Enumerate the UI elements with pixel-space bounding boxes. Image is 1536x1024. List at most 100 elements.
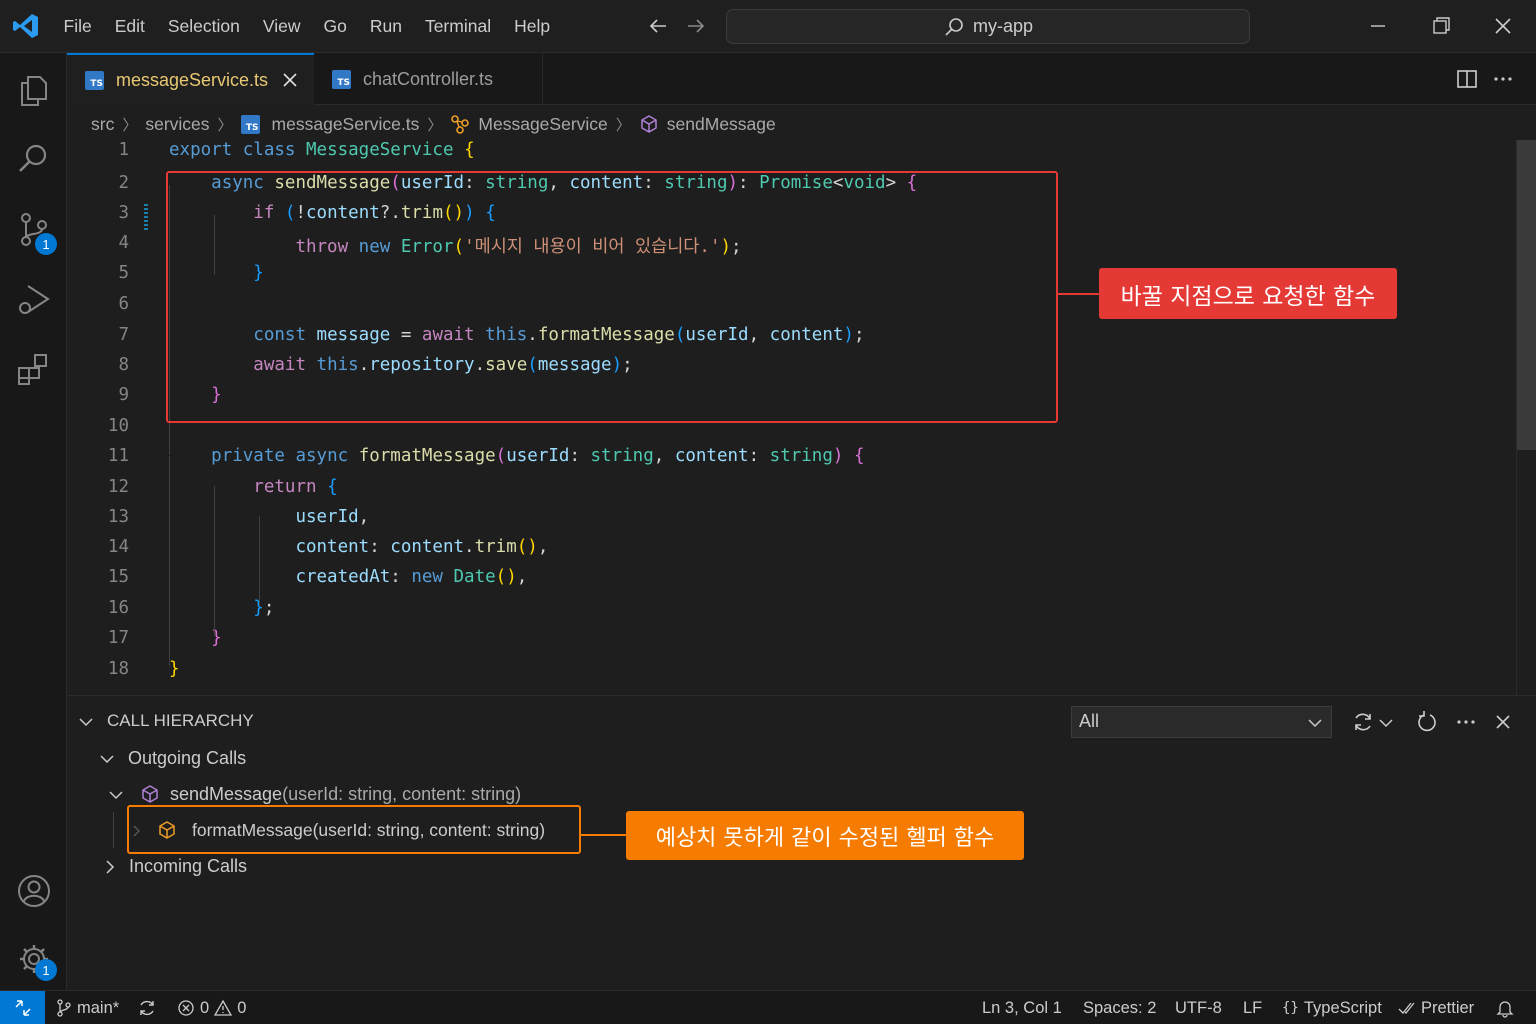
code-token: string — [769, 446, 833, 466]
code-line: 1 export class MessageService { — [67, 140, 1507, 170]
language-name: TypeScript — [1303, 998, 1382, 1017]
breadcrumb-services[interactable]: services — [145, 114, 209, 135]
run-debug-icon[interactable] — [16, 281, 52, 317]
typescript-file-icon: TS — [85, 70, 104, 90]
typescript-file-icon: TS — [240, 114, 260, 134]
more-actions-icon[interactable] — [1491, 67, 1515, 91]
forward-arrow-icon[interactable] — [684, 14, 708, 38]
close-window-icon[interactable] — [1490, 13, 1516, 39]
more-actions-icon[interactable] — [1454, 710, 1478, 734]
remote-indicator[interactable] — [0, 991, 45, 1024]
code-text: createdAt: new Date(), — [169, 567, 527, 587]
chevron-down-icon — [1308, 719, 1322, 728]
menu-help[interactable]: Help — [503, 16, 562, 37]
notifications-button[interactable] — [1496, 991, 1514, 1024]
close-tab-icon[interactable] — [282, 72, 298, 88]
tab-message-service[interactable]: TS messageService.ts — [67, 53, 314, 105]
class-icon — [451, 115, 470, 134]
menu-terminal[interactable]: Terminal — [413, 16, 502, 37]
code-token: { — [853, 446, 865, 466]
code-token: } — [211, 628, 222, 648]
chevron-right-icon[interactable] — [102, 859, 118, 875]
close-panel-icon[interactable] — [1491, 710, 1515, 734]
breadcrumb-class[interactable]: MessageService — [478, 114, 607, 135]
code-token: Date — [453, 567, 496, 587]
prettier-status[interactable]: Prettier — [1398, 991, 1474, 1024]
sync-button[interactable] — [137, 991, 157, 1024]
encoding[interactable]: UTF-8 — [1175, 991, 1222, 1024]
send-message-node[interactable]: sendMessage(userId: string, content: str… — [170, 784, 521, 805]
menu-view[interactable]: View — [251, 16, 312, 37]
line-number: 16 — [107, 598, 129, 618]
search-view-icon[interactable] — [16, 141, 52, 177]
scroll-thumb[interactable] — [1517, 140, 1536, 450]
line-number: 15 — [107, 567, 129, 587]
code-line: 15 createdAt: new Date(), — [67, 567, 1507, 597]
language-mode[interactable]: {} TypeScript — [1282, 991, 1382, 1024]
reload-icon[interactable] — [1415, 710, 1439, 734]
minimize-icon[interactable] — [1365, 13, 1391, 39]
account-icon[interactable] — [16, 873, 52, 909]
split-editor-icon[interactable] — [1455, 67, 1479, 91]
restore-icon[interactable] — [1428, 13, 1454, 39]
code-token: trim — [474, 537, 517, 557]
branch-name: main* — [77, 998, 120, 1017]
code-token: export — [169, 140, 233, 160]
menu-file[interactable]: File — [52, 16, 103, 37]
code-token: ( — [495, 446, 507, 466]
chevron-down-icon[interactable] — [1376, 710, 1396, 734]
incoming-calls-label[interactable]: Incoming Calls — [129, 856, 247, 877]
breadcrumb-file[interactable]: messageService.ts — [272, 114, 420, 135]
command-center-search[interactable]: my-app — [726, 9, 1250, 44]
chevron-down-icon[interactable] — [99, 751, 115, 767]
chevron-right-icon: 〉 — [615, 116, 631, 134]
explorer-icon[interactable] — [16, 73, 52, 109]
code-token: ) — [832, 446, 844, 466]
cursor-position[interactable]: Ln 3, Col 1 — [982, 991, 1062, 1024]
code-token: userId — [295, 507, 359, 527]
indent-guide — [259, 516, 260, 606]
tab-chat-controller[interactable]: TS chatController.ts — [314, 53, 543, 105]
menu-selection[interactable]: Selection — [156, 16, 251, 37]
menu-go[interactable]: Go — [312, 16, 358, 37]
line-number: 4 — [118, 233, 129, 253]
git-branch[interactable]: main* — [56, 991, 119, 1024]
code-text: content: content.trim(), — [169, 537, 548, 557]
requested-function-highlight — [166, 171, 1058, 423]
breadcrumb-src[interactable]: src — [91, 114, 114, 135]
breadcrumb-method[interactable]: sendMessage — [667, 114, 776, 135]
menu-edit[interactable]: Edit — [103, 16, 156, 37]
line-number: 13 — [107, 507, 129, 527]
requested-function-callout: 바꿀 지점으로 요청한 함수 — [1099, 268, 1397, 319]
menu-run[interactable]: Run — [358, 16, 413, 37]
chevron-down-icon[interactable] — [108, 787, 124, 803]
end-of-line[interactable]: LF — [1243, 991, 1262, 1024]
line-number: 8 — [118, 355, 129, 375]
code-text: private async formatMessage(userId: stri… — [169, 446, 865, 466]
code-text: } — [169, 659, 180, 679]
code-token: formatMessage — [358, 446, 496, 466]
outgoing-calls-label[interactable]: Outgoing Calls — [128, 748, 246, 769]
chevron-down-icon[interactable] — [78, 714, 94, 730]
code-token: . — [464, 537, 475, 557]
problems-indicator[interactable]: 0 0 — [177, 991, 246, 1024]
code-token: userId — [506, 446, 570, 466]
line-number: 9 — [118, 385, 129, 405]
hierarchy-filter-select[interactable]: All — [1071, 706, 1332, 738]
extensions-icon[interactable] — [16, 351, 52, 387]
editor-tab-bar: TS messageService.ts TS chatController.t… — [67, 53, 1536, 105]
indent-guide — [169, 456, 170, 666]
back-arrow-icon[interactable] — [646, 14, 670, 38]
line-number: 6 — [118, 294, 129, 314]
indentation[interactable]: Spaces: 2 — [1083, 991, 1156, 1024]
editor-scrollbar[interactable] — [1516, 140, 1536, 695]
refresh-toggle-icon[interactable] — [1351, 710, 1375, 734]
